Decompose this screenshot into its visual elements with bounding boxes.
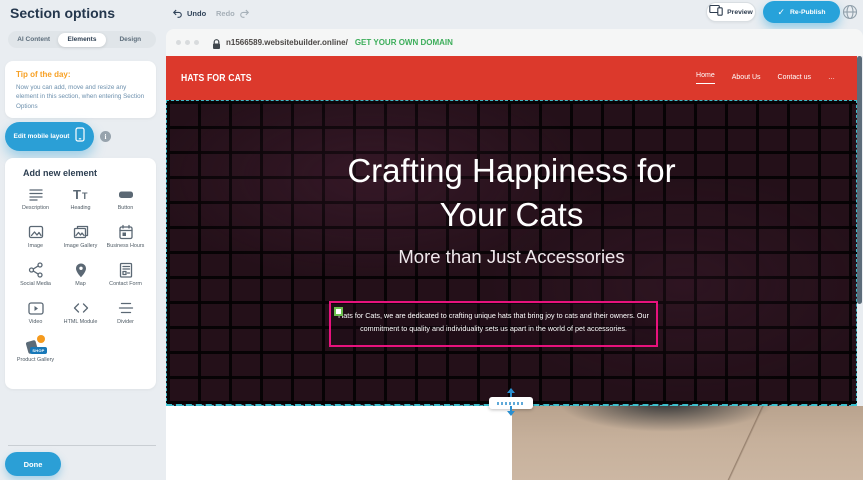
site-nav: Home About Us Contact us … [696, 56, 835, 100]
map-pin-icon [72, 261, 90, 279]
add-element-divider[interactable]: Divider [103, 299, 148, 334]
window-dots [176, 40, 199, 45]
share-icon [27, 261, 45, 279]
add-element-contact-form[interactable]: Contact Form [103, 261, 148, 296]
svg-text:T: T [73, 187, 81, 202]
code-icon [72, 299, 90, 317]
tip-of-the-day-card: Tip of the day: Now you can add, move an… [5, 61, 156, 118]
add-element-button[interactable]: Button [103, 185, 148, 220]
redo-icon [239, 8, 250, 19]
info-icon[interactable]: i [100, 131, 111, 142]
hero-section[interactable]: Crafting Happiness for Your Cats More th… [166, 100, 857, 406]
undo-icon [172, 8, 183, 19]
notification-badge [37, 335, 45, 343]
add-element-product-gallery[interactable]: SHOP Product Gallery [13, 337, 58, 372]
sidebar-tabs: AI Content Elements Design [8, 31, 156, 48]
image-gallery-icon [72, 223, 90, 241]
sidebar-divider [8, 445, 156, 446]
redo-button[interactable]: Redo [216, 8, 250, 19]
undo-button[interactable]: Undo [172, 8, 206, 19]
drag-dots [497, 402, 525, 405]
nav-more-icon[interactable]: … [828, 74, 835, 83]
svg-text:T: T [82, 191, 88, 201]
scrollbar-thumb[interactable] [857, 56, 862, 304]
site-url: n1566589.websitebuilder.online/ [226, 38, 348, 47]
contact-form-icon [117, 261, 135, 279]
add-element-heading[interactable]: TT Heading [58, 185, 103, 220]
add-element-social-media[interactable]: Social Media [13, 261, 58, 296]
video-icon [27, 299, 45, 317]
tab-design[interactable]: Design [106, 33, 154, 47]
devices-icon [709, 3, 723, 21]
site-header: HATS FOR CATS Home About Us Contact us … [166, 56, 857, 100]
language-globe-icon[interactable] [842, 4, 858, 20]
browser-chrome: n1566589.websitebuilder.online/ GET YOUR… [166, 29, 863, 56]
page-title: Section options [10, 5, 115, 21]
next-section-photo [512, 406, 863, 480]
divider-icon [117, 299, 135, 317]
arrow-down-icon [507, 411, 515, 416]
add-element-image-gallery[interactable]: Image Gallery [58, 223, 103, 258]
edit-mobile-layout-button[interactable]: Edit mobile layout [5, 122, 94, 151]
image-icon [27, 223, 45, 241]
site-logo[interactable]: HATS FOR CATS [181, 72, 252, 84]
tip-title: Tip of the day: [16, 70, 145, 79]
add-element-business-hours[interactable]: Business Hours [103, 223, 148, 258]
lock-icon [212, 37, 221, 48]
add-new-element-panel: Add new element Description TT Heading B… [5, 158, 156, 389]
selected-text-element[interactable]: Hats for Cats, we are dedicated to craft… [329, 301, 658, 347]
nav-contact-us[interactable]: Contact us [778, 74, 811, 83]
selection-handle[interactable] [334, 307, 343, 316]
heading-icon: TT [72, 185, 90, 203]
add-element-html-module[interactable]: HTML Module [58, 299, 103, 334]
add-element-image[interactable]: Image [13, 223, 58, 258]
tab-ai-content[interactable]: AI Content [10, 33, 58, 47]
section-resize-handle[interactable] [489, 388, 533, 416]
republish-button[interactable]: ✓ Re-Publish [763, 1, 840, 23]
text-lines-icon [27, 185, 45, 203]
add-element-video[interactable]: Video [13, 299, 58, 334]
hero-subheading[interactable]: More than Just Accessories [167, 246, 856, 268]
nav-about-us[interactable]: About Us [732, 74, 761, 83]
done-button[interactable]: Done [5, 452, 61, 476]
button-icon [117, 185, 135, 203]
add-element-title: Add new element [23, 168, 97, 178]
hero-heading[interactable]: Crafting Happiness for Your Cats [167, 149, 856, 237]
nav-home[interactable]: Home [696, 72, 715, 84]
phone-icon [75, 127, 85, 147]
shop-badge: SHOP [30, 347, 46, 354]
tip-body: Now you can add, move and resize any ele… [16, 83, 145, 111]
element-grid: Description TT Heading Button Image Imag… [13, 185, 148, 372]
add-element-description[interactable]: Description [13, 185, 58, 220]
preview-button[interactable]: Preview [706, 2, 756, 22]
check-icon: ✓ [777, 8, 785, 17]
business-hours-icon [117, 223, 135, 241]
get-domain-link[interactable]: GET YOUR OWN DOMAIN [355, 38, 453, 47]
add-element-map[interactable]: Map [58, 261, 103, 296]
product-gallery-icon: SHOP [25, 337, 47, 355]
next-section-background [166, 406, 512, 480]
tab-elements[interactable]: Elements [58, 33, 106, 47]
